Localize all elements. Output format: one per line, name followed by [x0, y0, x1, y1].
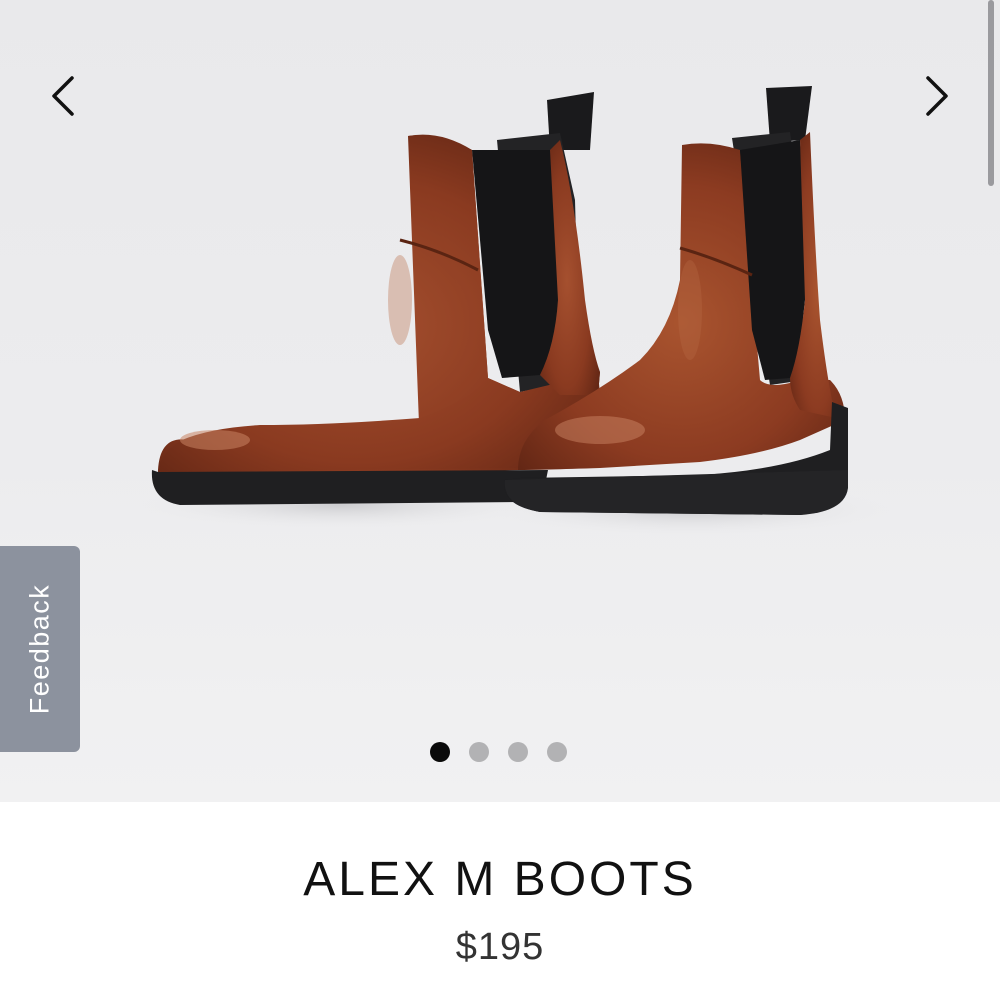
next-image-button[interactable]	[914, 70, 962, 122]
feedback-tab[interactable]: Feedback	[0, 546, 80, 752]
product-price: $195	[455, 926, 545, 968]
chevron-right-icon	[926, 76, 948, 116]
product-photo	[140, 86, 890, 536]
scrollbar[interactable]	[988, 0, 994, 186]
previous-image-button[interactable]	[38, 70, 86, 122]
carousel-dot-2[interactable]	[469, 742, 489, 762]
product-title: ALEX M BOOTS	[303, 853, 697, 906]
carousel-dot-3[interactable]	[508, 742, 528, 762]
chevron-left-icon	[52, 76, 74, 116]
product-image-gallery[interactable]	[0, 0, 1000, 802]
carousel-pagination	[430, 742, 567, 762]
carousel-dot-1[interactable]	[430, 742, 450, 762]
carousel-dot-4[interactable]	[547, 742, 567, 762]
feedback-label: Feedback	[24, 583, 55, 715]
